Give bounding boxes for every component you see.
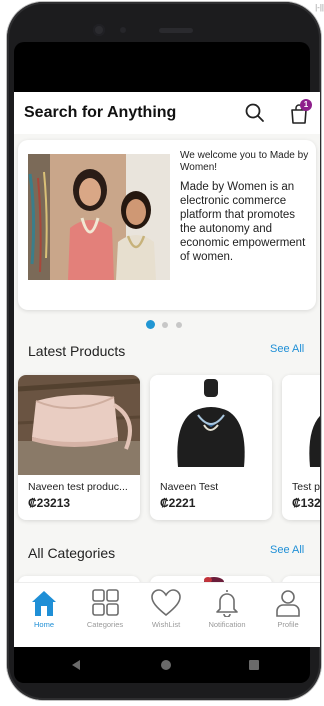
- promo-banner[interactable]: We welcome you to Made by Women! Made by…: [18, 140, 316, 310]
- nav-profile[interactable]: Profile: [258, 589, 318, 641]
- search-icon: [245, 103, 264, 122]
- home-circle-icon[interactable]: [160, 659, 172, 671]
- cart-count-badge: 1: [300, 99, 312, 111]
- app-screen: Search for Anything 1 We welcome you to …: [14, 92, 320, 647]
- app-bar: Search for Anything 1: [14, 92, 320, 134]
- search-title[interactable]: Search for Anything: [24, 104, 176, 122]
- product-price: ₡132: [292, 496, 320, 510]
- product-name: Naveen test produc...: [28, 481, 128, 493]
- product-image: [150, 375, 272, 475]
- product-name: Test p: [292, 481, 320, 493]
- product-image: [282, 375, 320, 475]
- product-name: Naveen Test: [160, 481, 219, 493]
- all-categories-see-all-link[interactable]: See All: [270, 544, 304, 556]
- product-image: [18, 375, 140, 475]
- heart-icon: [151, 589, 181, 617]
- proximity-sensor: [120, 27, 126, 33]
- all-categories-title: All Categories: [28, 545, 116, 561]
- banner-description: Made by Women is an electronic commerce …: [180, 181, 306, 263]
- bottom-navigation: Home Categories WishList Notification Pr…: [14, 582, 320, 647]
- nav-profile-label: Profile: [277, 620, 299, 629]
- product-card[interactable]: Naveen test produc... ₡23213: [18, 375, 140, 520]
- product-price: ₡2221: [160, 496, 196, 510]
- nav-notification[interactable]: Notification: [197, 589, 257, 641]
- product-card[interactable]: Naveen Test ₡2221: [150, 375, 272, 520]
- grid-icon: [92, 589, 119, 616]
- carousel-dot[interactable]: [162, 322, 168, 328]
- front-camera: [93, 24, 105, 36]
- search-button[interactable]: [244, 102, 266, 124]
- nav-notification-label: Notification: [208, 620, 246, 629]
- nav-wishlist-label: WishList: [151, 620, 181, 629]
- banner-greeting: We welcome you to Made by Women!: [180, 150, 309, 173]
- corner-mark: |-||: [315, 3, 324, 12]
- product-price: ₡23213: [28, 496, 71, 510]
- nav-home[interactable]: Home: [14, 589, 74, 641]
- back-icon[interactable]: [70, 659, 82, 671]
- banner-text: We welcome you to Made by Women! Made by…: [180, 150, 314, 264]
- status-bar: [14, 42, 310, 92]
- banner-photo: [28, 154, 170, 280]
- nav-categories-label: Categories: [86, 620, 124, 629]
- carousel-dots[interactable]: [146, 320, 190, 330]
- person-icon: [276, 590, 300, 617]
- bell-icon: [216, 590, 238, 617]
- cart-button[interactable]: 1: [288, 99, 312, 125]
- earpiece-speaker: [159, 28, 193, 33]
- product-card[interactable]: Test p ₡132: [282, 375, 320, 520]
- recents-icon[interactable]: [248, 659, 260, 671]
- latest-products-see-all-link[interactable]: See All: [270, 343, 304, 355]
- latest-products-title: Latest Products: [28, 343, 126, 359]
- carousel-dot-active[interactable]: [146, 320, 155, 329]
- nav-categories[interactable]: Categories: [75, 589, 135, 641]
- home-icon: [32, 591, 56, 616]
- carousel-dot[interactable]: [176, 322, 182, 328]
- nav-home-label: Home: [33, 620, 54, 629]
- nav-wishlist[interactable]: WishList: [136, 589, 196, 641]
- system-navigation-bar: [14, 647, 310, 683]
